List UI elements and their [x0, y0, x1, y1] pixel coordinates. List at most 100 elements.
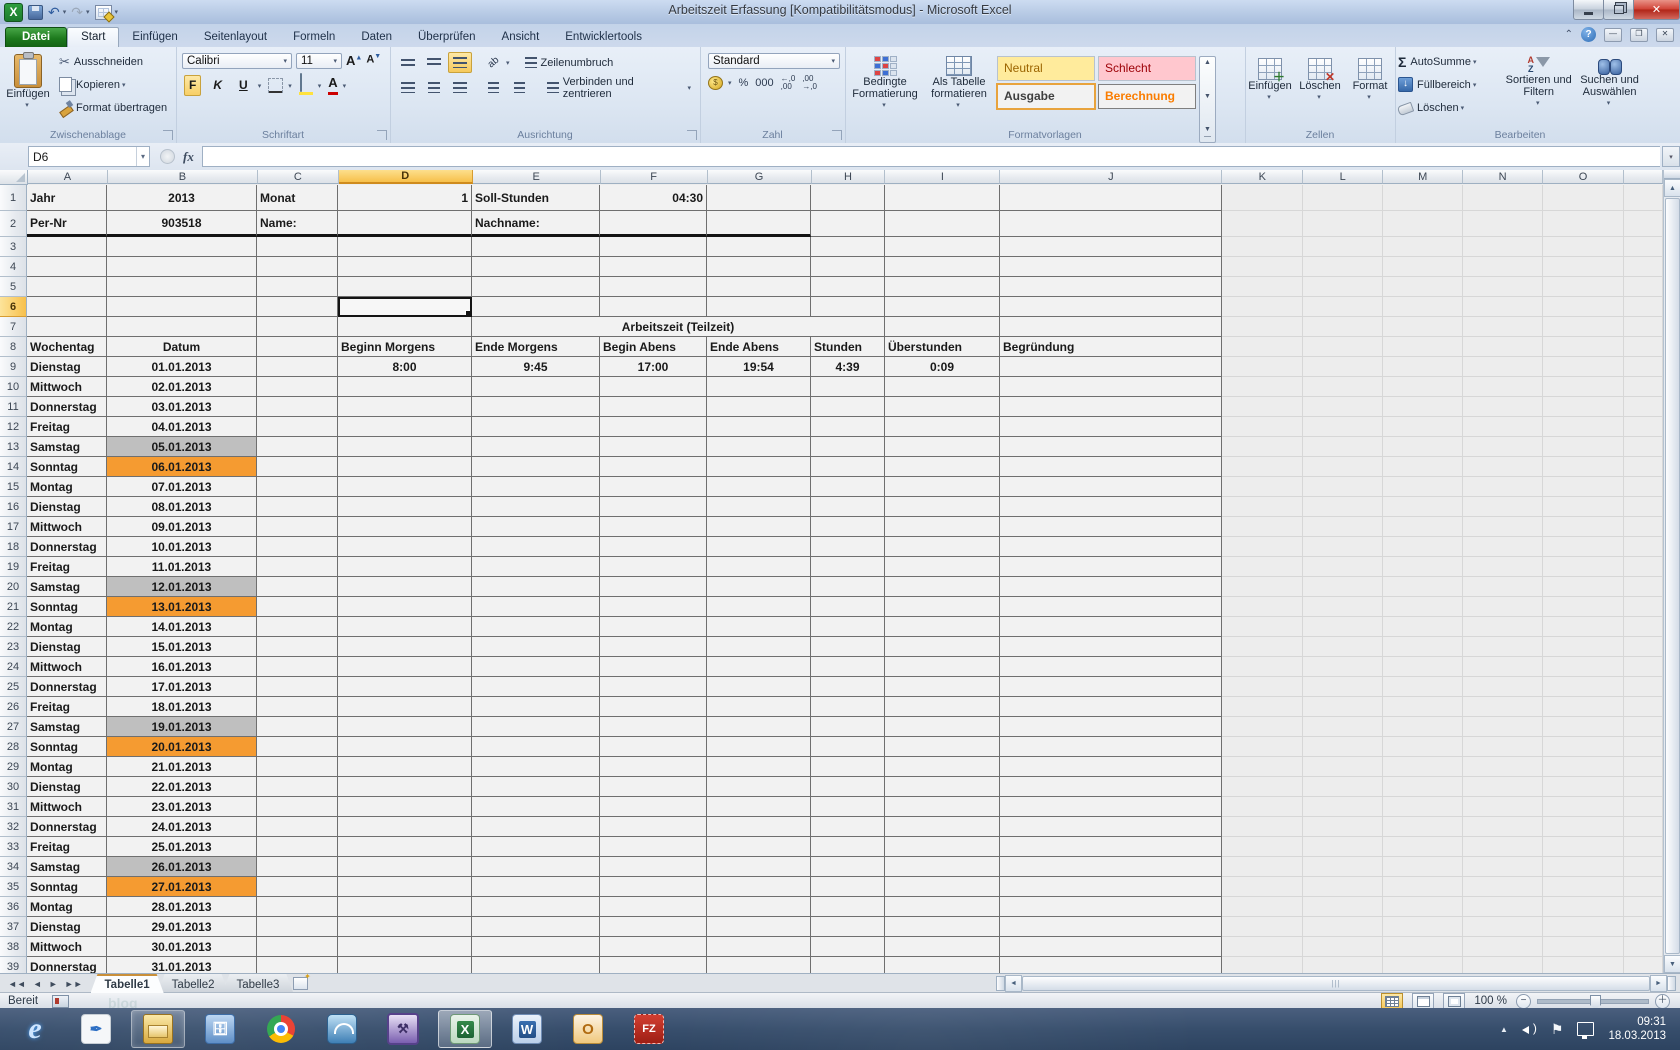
fill-button[interactable]: ↓ Füllbereich ▾	[1395, 74, 1503, 95]
cell-D13[interactable]	[338, 437, 472, 457]
cell-L28[interactable]	[1303, 737, 1383, 757]
taskbar-toolbox-icon[interactable]: 🗄	[194, 1011, 246, 1047]
bold-button[interactable]: F	[184, 75, 202, 96]
ribbon-tab-start[interactable]: Start	[67, 27, 120, 47]
cut-button[interactable]: ✂ Ausschneiden	[56, 51, 170, 72]
cell-G26[interactable]	[707, 697, 811, 717]
row-header-2[interactable]: 2	[0, 211, 27, 237]
cell-A23[interactable]: Dienstag	[27, 637, 107, 657]
sheet-tab-tabelle2[interactable]: Tabelle2	[158, 974, 229, 993]
cell-D28[interactable]	[338, 737, 472, 757]
cell-K37[interactable]	[1222, 917, 1303, 937]
cell-L3[interactable]	[1303, 237, 1383, 257]
cell-G37[interactable]	[707, 917, 811, 937]
cell-F15[interactable]	[600, 477, 707, 497]
cell-E17[interactable]	[472, 517, 600, 537]
cell-A31[interactable]: Mittwoch	[27, 797, 107, 817]
cell-J8[interactable]: Begründung	[1000, 337, 1222, 357]
cell-B12[interactable]: 04.01.2013	[107, 417, 257, 437]
cell-C1[interactable]: Monat	[257, 185, 338, 211]
paste-button[interactable]: Einfügen ▾	[2, 50, 54, 132]
cell-L15[interactable]	[1303, 477, 1383, 497]
cell-I26[interactable]	[885, 697, 1000, 717]
delete-cells-button[interactable]: ✕ Löschen ▾	[1296, 53, 1344, 104]
cell-B15[interactable]: 07.01.2013	[107, 477, 257, 497]
tray-expand-icon[interactable]: ▲	[1500, 1025, 1508, 1034]
cell-M34[interactable]	[1383, 857, 1463, 877]
cell-B23[interactable]: 15.01.2013	[107, 637, 257, 657]
cell-A4[interactable]	[27, 257, 107, 277]
cell-C10[interactable]	[257, 377, 338, 397]
cell-C20[interactable]	[257, 577, 338, 597]
cell-K23[interactable]	[1222, 637, 1303, 657]
cell-K12[interactable]	[1222, 417, 1303, 437]
cell-E19[interactable]	[472, 557, 600, 577]
cell-B4[interactable]	[107, 257, 257, 277]
cell-B36[interactable]: 28.01.2013	[107, 897, 257, 917]
cell-L39[interactable]	[1303, 957, 1383, 973]
cell-A34[interactable]: Samstag	[27, 857, 107, 877]
cell-K4[interactable]	[1222, 257, 1303, 277]
horizontal-scroll-thumb[interactable]: |||	[1022, 976, 1650, 991]
cell-C3[interactable]	[257, 237, 338, 257]
cell-E36[interactable]	[472, 897, 600, 917]
cell-E24[interactable]	[472, 657, 600, 677]
cell-F24[interactable]	[600, 657, 707, 677]
cell-N12[interactable]	[1463, 417, 1543, 437]
cell-G17[interactable]	[707, 517, 811, 537]
cell-M5[interactable]	[1383, 277, 1463, 297]
cell-L13[interactable]	[1303, 437, 1383, 457]
cell-K11[interactable]	[1222, 397, 1303, 417]
cell-C17[interactable]	[257, 517, 338, 537]
column-header-O[interactable]: O	[1543, 170, 1625, 184]
align-right-icon[interactable]	[448, 77, 472, 98]
ribbon-tab-datei[interactable]: Datei	[5, 27, 68, 47]
cell-K38[interactable]	[1222, 937, 1303, 957]
cell-D25[interactable]	[338, 677, 472, 697]
cell-J9[interactable]	[1000, 357, 1222, 377]
cell-E34[interactable]	[472, 857, 600, 877]
cell-F39[interactable]	[600, 957, 707, 973]
cell-N7[interactable]	[1463, 317, 1543, 337]
cell-H15[interactable]	[811, 477, 885, 497]
cell-J7[interactable]	[1000, 317, 1222, 337]
cell-H16[interactable]	[811, 497, 885, 517]
cell-G10[interactable]	[707, 377, 811, 397]
column-header-B[interactable]: B	[107, 170, 258, 184]
cell-K32[interactable]	[1222, 817, 1303, 837]
cell-E18[interactable]	[472, 537, 600, 557]
cell-C7[interactable]	[257, 317, 338, 337]
restore-button[interactable]	[1603, 0, 1634, 20]
cell-N16[interactable]	[1463, 497, 1543, 517]
cell-J27[interactable]	[1000, 717, 1222, 737]
cell-E9[interactable]: 9:45	[472, 357, 600, 377]
cell-A33[interactable]: Freitag	[27, 837, 107, 857]
cell-N4[interactable]	[1463, 257, 1543, 277]
cell-I29[interactable]	[885, 757, 1000, 777]
cell-B29[interactable]: 21.01.2013	[107, 757, 257, 777]
cell-I31[interactable]	[885, 797, 1000, 817]
cell-M7[interactable]	[1383, 317, 1463, 337]
cell-H13[interactable]	[811, 437, 885, 457]
cell-H12[interactable]	[811, 417, 885, 437]
cell-L7[interactable]	[1303, 317, 1383, 337]
cell-M39[interactable]	[1383, 957, 1463, 973]
cell-K25[interactable]	[1222, 677, 1303, 697]
cell-J23[interactable]	[1000, 637, 1222, 657]
cell-G18[interactable]	[707, 537, 811, 557]
cell-F29[interactable]	[600, 757, 707, 777]
cell-H22[interactable]	[811, 617, 885, 637]
cell-I2[interactable]	[885, 211, 1000, 237]
cell-O38[interactable]	[1543, 937, 1624, 957]
cell-G20[interactable]	[707, 577, 811, 597]
cell-N31[interactable]	[1463, 797, 1543, 817]
cell-O28[interactable]	[1543, 737, 1624, 757]
cell-H27[interactable]	[811, 717, 885, 737]
column-header-M[interactable]: M	[1383, 170, 1464, 184]
cell-G36[interactable]	[707, 897, 811, 917]
cell-F27[interactable]	[600, 717, 707, 737]
cell-O5[interactable]	[1543, 277, 1624, 297]
cell-N3[interactable]	[1463, 237, 1543, 257]
taskbar-word-icon[interactable]: W	[501, 1011, 553, 1047]
cell-N19[interactable]	[1463, 557, 1543, 577]
